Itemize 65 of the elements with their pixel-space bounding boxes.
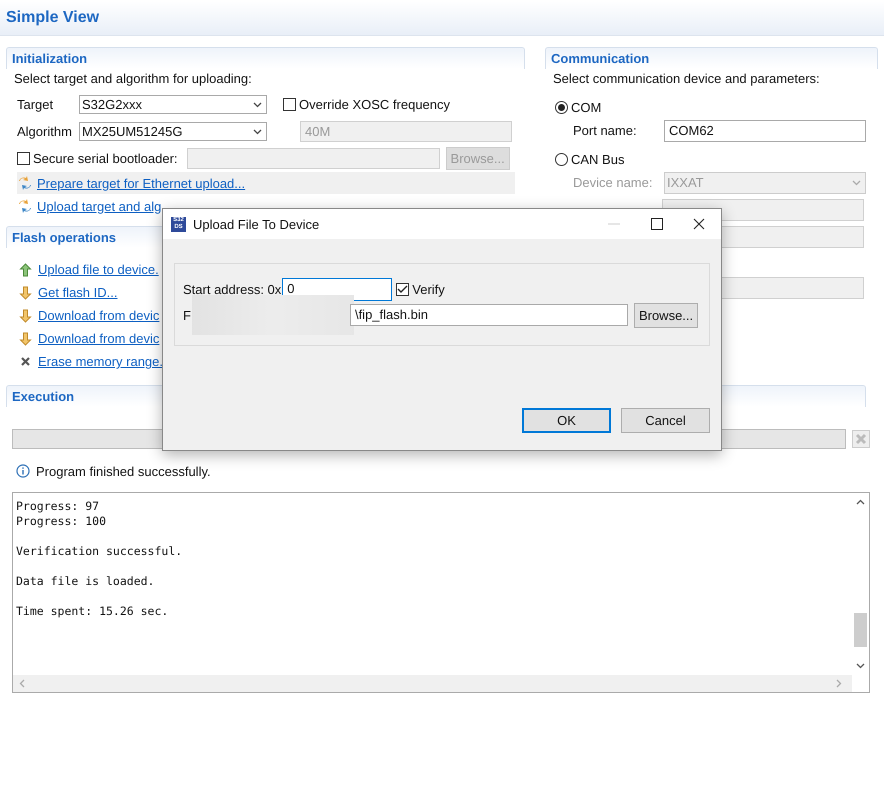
radio-button[interactable]: COM xyxy=(555,98,602,116)
arrows-icon xyxy=(17,198,33,214)
link[interactable]: Erase memory range. xyxy=(38,354,163,369)
file-path-field[interactable]: \fip_flash.bin xyxy=(350,304,628,326)
caret-icon xyxy=(253,128,262,134)
field-label: Algorithm xyxy=(17,124,73,139)
caret-icon xyxy=(253,102,262,108)
link-row[interactable]: Prepare target for Ethernet upload... xyxy=(17,172,515,194)
horizontal-scrollbar[interactable] xyxy=(13,675,852,692)
algorithm-dropdown[interactable]: MX25UM51245G xyxy=(79,122,267,141)
maximize-icon[interactable] xyxy=(651,218,663,230)
scroll-down-icon[interactable] xyxy=(856,663,865,669)
verify-checkbox[interactable]: Verify xyxy=(396,282,445,296)
section-description: Select communication device and parameters: xyxy=(552,70,821,88)
link[interactable]: Download from devic xyxy=(38,331,160,346)
up-arrow-icon xyxy=(19,262,32,276)
checkmark-icon xyxy=(397,284,408,294)
link-row[interactable]: Upload target and alg xyxy=(17,195,515,217)
scrollbar-thumb[interactable] xyxy=(854,613,867,647)
info-icon xyxy=(16,464,30,478)
secure-bootloader-checkbox[interactable]: Secure serial bootloader: xyxy=(17,151,178,166)
cancel-button[interactable]: Cancel xyxy=(621,408,710,433)
link[interactable]: Get flash ID... xyxy=(38,285,118,300)
field-label: F xyxy=(183,308,191,322)
arrows-icon xyxy=(17,175,33,191)
radio-button[interactable]: CAN Bus xyxy=(555,150,624,168)
browse-button[interactable]: Browse... xyxy=(634,302,698,328)
down-arrow-icon xyxy=(19,332,32,346)
section-title: Flash operations xyxy=(12,230,116,245)
radio-indicator[interactable] xyxy=(555,152,568,166)
eraser-icon xyxy=(19,357,32,366)
radio-indicator[interactable] xyxy=(555,100,568,114)
field-label: Start address: 0x xyxy=(183,282,282,296)
field-label: Device name: xyxy=(573,175,654,190)
console-line: Data file is loaded. xyxy=(16,574,156,589)
override-checkbox[interactable]: Override XOSC frequency xyxy=(283,97,450,112)
scroll-right-icon[interactable] xyxy=(836,679,842,688)
input-field[interactable]: COM62 xyxy=(664,120,866,142)
scroll-left-icon[interactable] xyxy=(19,679,25,688)
link[interactable]: Download from devic xyxy=(38,308,160,323)
close-icon[interactable] xyxy=(693,218,705,230)
down-arrow-icon xyxy=(19,308,32,322)
console-line: Progress: 100 xyxy=(16,514,108,529)
dialog-title: Upload File To Device xyxy=(193,216,320,232)
ok-button[interactable]: OK xyxy=(522,408,611,433)
link[interactable]: Upload target and alg xyxy=(37,198,162,214)
view-title: Simple View xyxy=(6,8,100,26)
section-title: Execution xyxy=(12,389,74,404)
link[interactable]: Prepare target for Ethernet upload... xyxy=(37,176,246,190)
section-description: Select target and algorithm for uploading: xyxy=(13,70,253,88)
status-message: Program finished successfully. xyxy=(36,464,211,478)
console-line: Progress: 97 xyxy=(16,499,100,514)
target-dropdown[interactable]: S32G2xxx xyxy=(79,95,267,114)
console-line: Time spent: 15.26 sec. xyxy=(16,604,170,619)
section-title: Initialization xyxy=(12,51,88,66)
caret-icon xyxy=(852,180,861,186)
field-label: Port name: xyxy=(573,123,638,138)
section-title: Communication xyxy=(551,51,650,66)
console-line: Verification successful. xyxy=(16,544,184,559)
stop-icon xyxy=(855,433,867,445)
link[interactable]: Upload file to device. xyxy=(38,262,159,277)
scroll-up-icon[interactable] xyxy=(856,499,865,505)
field-label: Target xyxy=(17,97,54,112)
down-arrow-icon xyxy=(19,286,32,300)
bootloader-field[interactable] xyxy=(186,148,440,169)
